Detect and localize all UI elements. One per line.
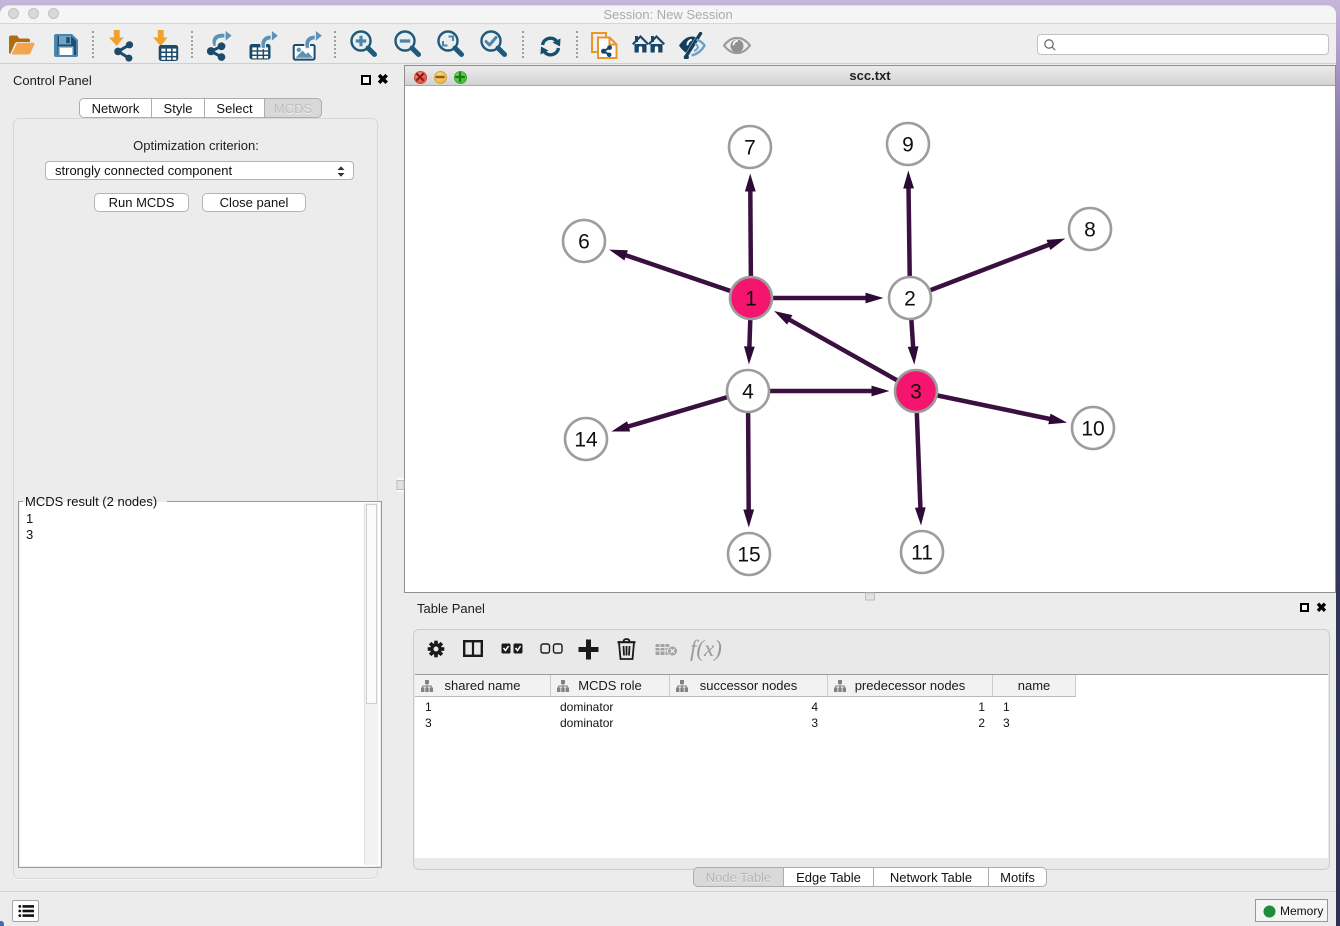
svg-text:14: 14 [574, 429, 598, 452]
svg-text:15: 15 [737, 544, 760, 567]
svg-text:4: 4 [742, 381, 754, 404]
svg-text:2: 2 [904, 288, 916, 311]
svg-text:8: 8 [1084, 219, 1096, 242]
svg-text:3: 3 [910, 381, 922, 404]
svg-text:11: 11 [911, 542, 933, 565]
svg-text:6: 6 [578, 231, 590, 254]
svg-text:9: 9 [902, 134, 914, 157]
svg-text:7: 7 [744, 137, 756, 160]
svg-text:1: 1 [745, 288, 757, 311]
svg-text:10: 10 [1081, 418, 1104, 441]
